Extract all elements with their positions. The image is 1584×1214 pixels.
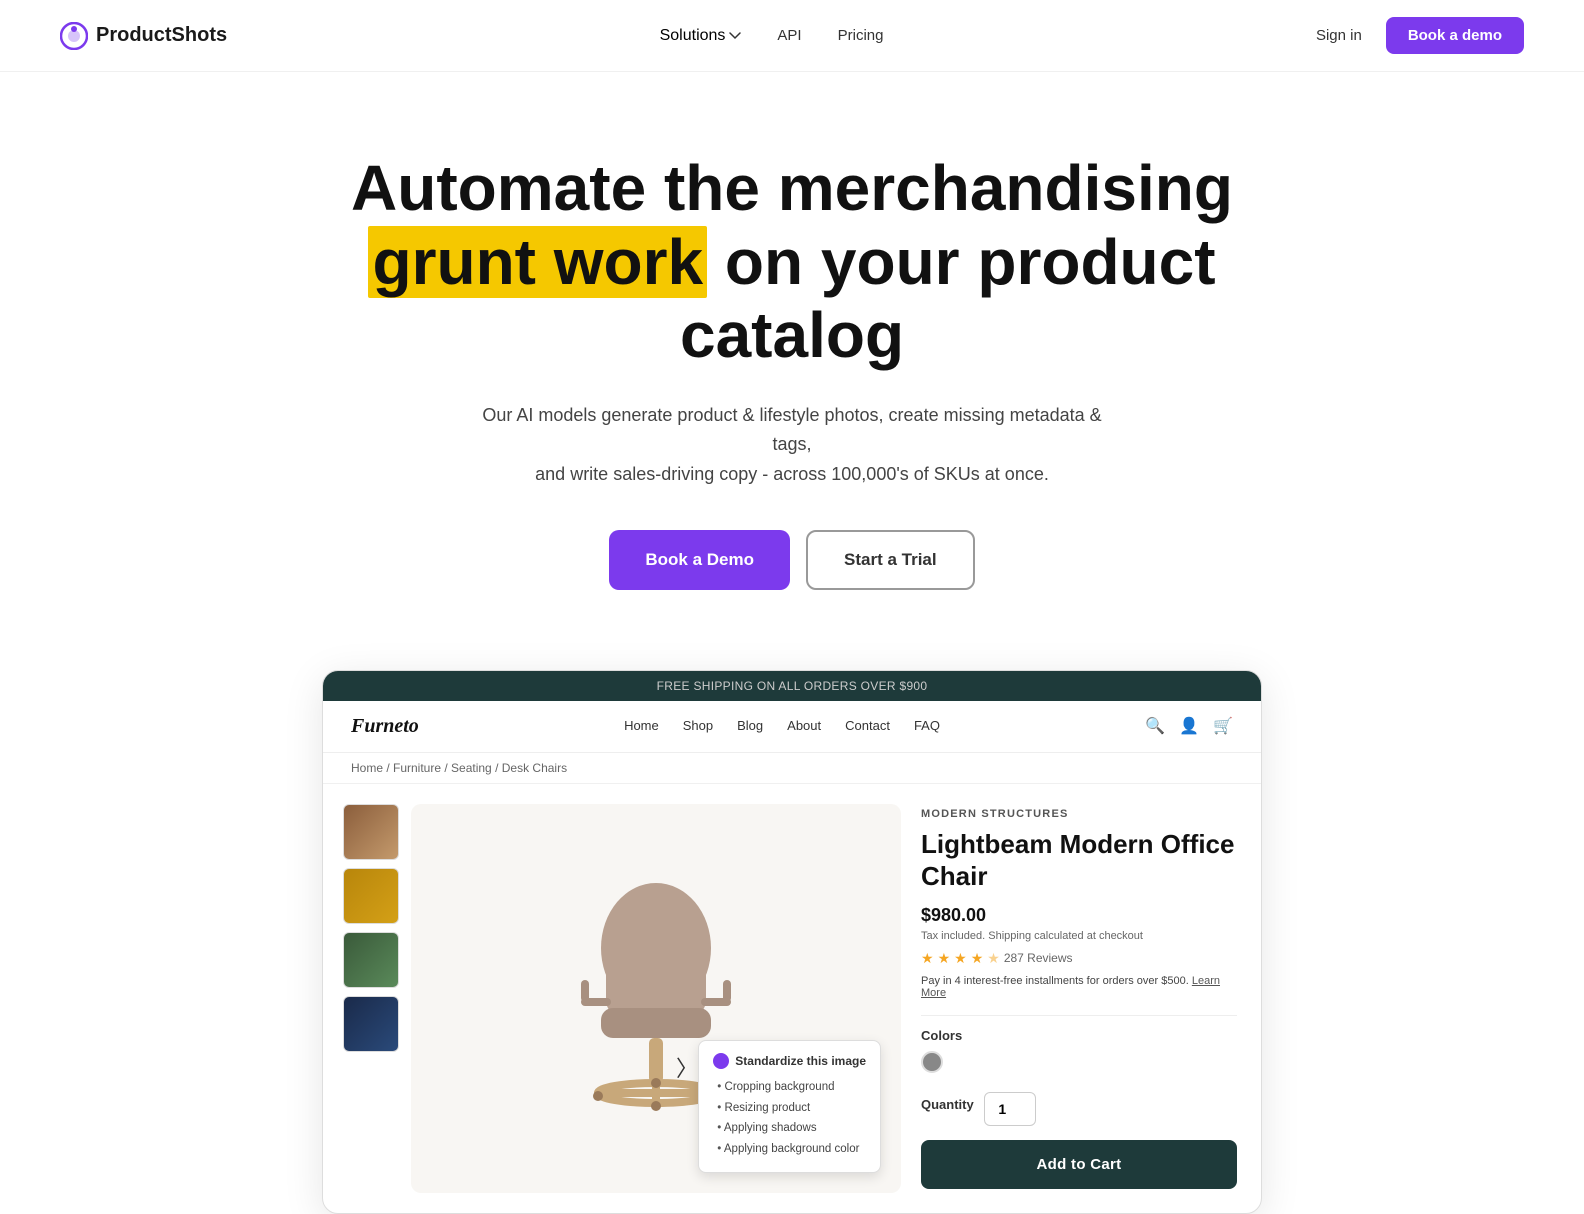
tooltip-item-3: Applying shadows: [717, 1118, 866, 1139]
tooltip-item-2: Resizing product: [717, 1098, 866, 1119]
hero-buttons: Book a Demo Start a Trial: [302, 530, 1282, 590]
store-nav-contact[interactable]: Contact: [845, 718, 890, 733]
store-nav-faq[interactable]: FAQ: [914, 718, 940, 733]
navbar: ProductShots Solutions API Pricing Sign …: [0, 0, 1584, 72]
start-trial-button[interactable]: Start a Trial: [806, 530, 975, 590]
nav-book-demo-button[interactable]: Book a demo: [1386, 17, 1524, 54]
store-topbar-text: FREE SHIPPING ON ALL ORDERS OVER $900: [657, 679, 928, 693]
nav-item-api[interactable]: API: [777, 27, 801, 44]
star-2: ★: [938, 950, 951, 967]
nav-item-solutions[interactable]: Solutions: [660, 27, 742, 45]
hero-title-line2: on your product catalog: [680, 226, 1216, 372]
thumbnail-4[interactable]: [343, 996, 399, 1052]
tooltip-header: Standardize this image: [713, 1053, 866, 1069]
tooltip-item-1: Cropping background: [717, 1077, 866, 1098]
store-nav-icons: 🔍 👤 🛒: [1145, 716, 1233, 736]
store-nav-home[interactable]: Home: [624, 718, 659, 733]
star-half: ★: [987, 950, 1000, 967]
store-nav-links: Home Shop Blog About Contact FAQ: [624, 717, 940, 735]
hero-subtitle-line2: and write sales-driving copy - across 10…: [535, 464, 1049, 484]
logo-link[interactable]: ProductShots: [60, 22, 227, 50]
product-images: 〉 Standardize this image Cropping backgr…: [323, 784, 921, 1213]
thumbnail-3[interactable]: [343, 932, 399, 988]
hero-subtitle: Our AI models generate product & lifesty…: [462, 401, 1122, 490]
product-name: Lightbeam Modern Office Chair: [921, 828, 1237, 893]
product-brand: MODERN STRUCTURES: [921, 808, 1237, 820]
cursor-icon: 〉: [676, 1051, 698, 1083]
store-nav: Furneto Home Shop Blog About Contact FAQ…: [323, 701, 1261, 753]
tooltip-item-4: Applying background color: [717, 1139, 866, 1160]
signin-link[interactable]: Sign in: [1316, 27, 1362, 44]
store-nav-shop[interactable]: Shop: [683, 718, 713, 733]
tooltip-items: Cropping background Resizing product App…: [713, 1077, 866, 1160]
nav-right: Sign in Book a demo: [1316, 17, 1524, 54]
quantity-row: Quantity: [921, 1092, 1237, 1126]
logo-icon: [60, 22, 88, 50]
book-demo-button[interactable]: Book a Demo: [609, 530, 790, 590]
hero-title-highlight: grunt work: [368, 226, 707, 298]
product-price: $980.00: [921, 905, 1237, 926]
colors-label: Colors: [921, 1028, 1237, 1043]
user-icon[interactable]: 👤: [1179, 716, 1199, 736]
store-nav-about[interactable]: About: [787, 718, 821, 733]
breadcrumb: Home / Furniture / Seating / Desk Chairs: [323, 753, 1261, 784]
thumbnail-1[interactable]: [343, 804, 399, 860]
installment-label: Pay in 4 interest-free installments for …: [921, 975, 1189, 987]
search-icon[interactable]: 🔍: [1145, 716, 1165, 736]
store-topbar: FREE SHIPPING ON ALL ORDERS OVER $900: [323, 671, 1261, 701]
star-1: ★: [921, 950, 934, 967]
thumbnail-2[interactable]: [343, 868, 399, 924]
tooltip-logo-icon: [713, 1053, 729, 1069]
divider: [921, 1015, 1237, 1016]
product-layout: 〉 Standardize this image Cropping backgr…: [323, 784, 1261, 1213]
hero-title: Automate the merchandising grunt work on…: [302, 152, 1282, 373]
installment-text: Pay in 4 interest-free installments for …: [921, 975, 1237, 999]
chevron-down-icon: [729, 32, 741, 40]
hero-subtitle-line1: Our AI models generate product & lifesty…: [482, 405, 1101, 455]
product-info: MODERN STRUCTURES Lightbeam Modern Offic…: [921, 784, 1261, 1213]
star-rating: ★ ★ ★ ★ ★ 287 Reviews: [921, 950, 1237, 967]
star-3: ★: [954, 950, 967, 967]
main-product-image: 〉 Standardize this image Cropping backgr…: [411, 804, 901, 1193]
cart-icon[interactable]: 🛒: [1213, 716, 1233, 736]
product-tax: Tax included. Shipping calculated at che…: [921, 930, 1237, 942]
hero-title-line1: Automate the merchandising: [351, 152, 1233, 224]
breadcrumb-text: Home / Furniture / Seating / Desk Chairs: [351, 761, 567, 775]
hero-section: Automate the merchandising grunt work on…: [242, 72, 1342, 650]
nav-links: Solutions API Pricing: [660, 27, 884, 45]
add-to-cart-button[interactable]: Add to Cart: [921, 1140, 1237, 1189]
review-count: 287 Reviews: [1004, 951, 1073, 965]
demo-window: FREE SHIPPING ON ALL ORDERS OVER $900 Fu…: [322, 670, 1262, 1214]
demo-window-wrap: FREE SHIPPING ON ALL ORDERS OVER $900 Fu…: [262, 670, 1322, 1214]
tooltip-title: Standardize this image: [735, 1054, 866, 1068]
standardize-tooltip: Standardize this image Cropping backgrou…: [698, 1040, 881, 1173]
star-4: ★: [971, 950, 984, 967]
thumbnails: [343, 804, 399, 1193]
nav-item-pricing[interactable]: Pricing: [838, 27, 884, 44]
store-logo: Furneto: [351, 715, 419, 738]
color-swatch[interactable]: [921, 1051, 943, 1073]
store-nav-blog[interactable]: Blog: [737, 718, 763, 733]
logo-text: ProductShots: [96, 24, 227, 47]
quantity-input[interactable]: [984, 1092, 1036, 1126]
